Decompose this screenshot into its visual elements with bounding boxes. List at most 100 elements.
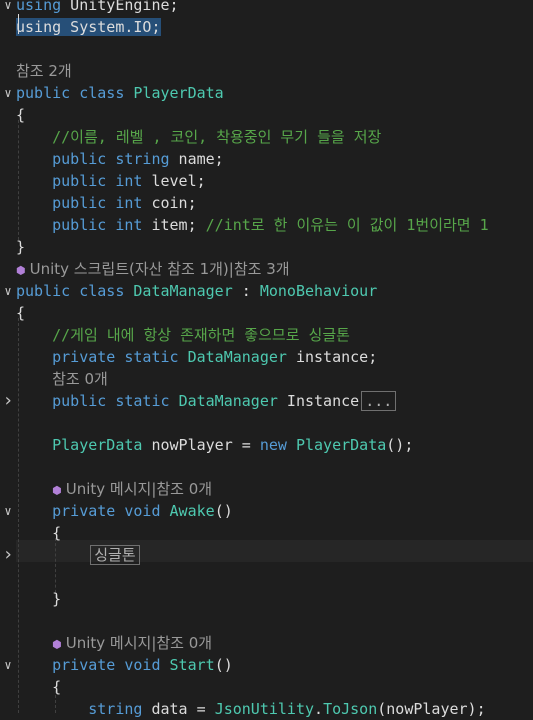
code-line[interactable]: ∨ private void Start() xyxy=(0,654,533,676)
code-token: () xyxy=(214,502,233,520)
code-line[interactable]: //이름, 레벨 , 코인, 착용중인 무기 들을 저장 xyxy=(0,126,533,148)
codelens-text[interactable]: Unity 스크립트(자산 참조 1개)|참조 3개 xyxy=(30,260,290,278)
code-line[interactable]: public int level; xyxy=(0,170,533,192)
gutter xyxy=(0,610,14,632)
code-line[interactable]: } xyxy=(0,236,533,258)
codelens-row[interactable]: 참조 2개 xyxy=(0,60,533,82)
line-content: PlayerData nowPlayer = new PlayerData(); xyxy=(16,434,413,456)
code-token: UnityEngine; xyxy=(61,0,179,14)
line-content: { xyxy=(16,522,61,544)
gutter xyxy=(0,38,14,60)
code-token: static xyxy=(124,348,179,366)
code-line[interactable] xyxy=(0,38,533,60)
codelens-text[interactable]: Unity 메시지|참조 0개 xyxy=(66,634,212,652)
gutter xyxy=(0,324,14,346)
code-line[interactable]: ∨ public class PlayerData xyxy=(0,82,533,104)
code-line[interactable] xyxy=(0,610,533,632)
codelens-text[interactable]: Unity 메시지|참조 0개 xyxy=(66,480,212,498)
codelens-row[interactable]: 참조 0개 xyxy=(0,368,533,390)
line-content: private void Start() xyxy=(16,654,233,676)
line-content: public string name; xyxy=(16,148,224,170)
code-token: using xyxy=(16,0,62,14)
code-token: DataManager xyxy=(178,392,278,410)
line-content: //게임 내에 항상 존재하면 좋으므로 싱글톤 xyxy=(16,324,350,346)
code-token: PlayerData xyxy=(16,436,143,454)
code-token: MonoBehaviour xyxy=(259,282,378,300)
codelens-text[interactable]: 참조 2개 xyxy=(16,62,72,80)
code-line[interactable]: ∨ public class DataManager : MonoBehaviou… xyxy=(0,280,533,302)
code-token: string xyxy=(88,700,143,718)
codelens-row[interactable]: ⬢ Unity 메시지|참조 0개 xyxy=(0,632,533,654)
code-token: { xyxy=(16,524,62,542)
code-token: { xyxy=(16,106,26,124)
unity-cube-icon: ⬢ xyxy=(16,264,26,277)
fold-expanded-icon[interactable]: ∨ xyxy=(2,654,14,676)
codelens-row[interactable]: ⬢ Unity 메시지|참조 0개 xyxy=(0,478,533,500)
line-content: string data = JsonUtility.ToJson(nowPlay… xyxy=(16,698,486,720)
gutter xyxy=(0,16,14,38)
code-line[interactable]: { xyxy=(0,676,533,698)
gutter xyxy=(0,170,14,192)
code-token: //이름, 레벨 , 코인, 착용중인 무기 들을 저장 xyxy=(16,128,382,146)
code-line[interactable]: public int item; //int로 한 이유는 이 값이 1번이라면… xyxy=(0,214,533,236)
code-line[interactable]: public string name; xyxy=(0,148,533,170)
line-content: ⬢ Unity 스크립트(자산 참조 1개)|참조 3개 xyxy=(16,258,290,282)
code-line[interactable] xyxy=(0,456,533,478)
gutter xyxy=(0,302,14,324)
code-token: class xyxy=(79,84,125,102)
codelens-text[interactable]: 참조 0개 xyxy=(52,370,108,388)
line-content: } xyxy=(16,588,61,610)
code-token: item; xyxy=(142,216,206,234)
line-content: public class DataManager : MonoBehaviour xyxy=(16,280,377,302)
code-line[interactable]: string data = JsonUtility.ToJson(nowPlay… xyxy=(0,698,533,720)
line-content: public int level; xyxy=(16,170,206,192)
code-token: JsonUtility xyxy=(214,700,315,718)
code-line[interactable]: ∨ using UnityEngine; xyxy=(0,0,533,16)
gutter: › xyxy=(0,544,14,566)
code-token: . xyxy=(314,700,324,718)
code-line[interactable]: ∨ private void Awake() xyxy=(0,500,533,522)
gutter xyxy=(0,676,14,698)
code-line[interactable]: { xyxy=(0,522,533,544)
code-line[interactable]: { xyxy=(0,302,533,324)
code-line[interactable] xyxy=(0,412,533,434)
code-token: { xyxy=(16,304,26,322)
collapsed-region[interactable]: 싱글톤 xyxy=(90,545,140,565)
codelens-row[interactable]: ⬢ Unity 스크립트(자산 참조 1개)|참조 3개 xyxy=(0,258,533,280)
fold-expanded-icon[interactable]: ∨ xyxy=(2,500,14,522)
code-token: void xyxy=(124,502,161,520)
code-line[interactable] xyxy=(0,566,533,588)
code-token: public xyxy=(16,216,107,234)
code-line[interactable]: private static DataManager instance; xyxy=(0,346,533,368)
code-token: data = xyxy=(142,700,215,718)
fold-expanded-icon[interactable]: ∨ xyxy=(2,280,14,302)
fold-expanded-icon[interactable]: ∨ xyxy=(2,82,14,104)
code-token: void xyxy=(124,656,161,674)
code-token: (); xyxy=(386,436,414,454)
code-line[interactable]: } xyxy=(0,588,533,610)
code-line[interactable]: PlayerData nowPlayer = new PlayerData(); xyxy=(0,434,533,456)
code-token: public xyxy=(16,392,107,410)
code-token: int xyxy=(115,216,143,234)
code-line[interactable]: › 싱글톤 xyxy=(0,544,533,566)
code-line[interactable]: public int coin; xyxy=(0,192,533,214)
code-line[interactable]: using System.IO; xyxy=(0,16,533,38)
code-line[interactable]: { xyxy=(0,104,533,126)
code-token: name; xyxy=(169,150,224,168)
collapsed-region[interactable]: ... xyxy=(361,391,397,411)
gutter xyxy=(0,478,14,500)
gutter xyxy=(0,346,14,368)
fold-expanded-icon[interactable]: ∨ xyxy=(2,0,14,16)
fold-collapsed-icon[interactable]: › xyxy=(2,390,14,412)
code-token: (nowPlayer); xyxy=(377,700,486,718)
fold-collapsed-icon[interactable]: › xyxy=(2,544,14,566)
code-token: nowPlayer = xyxy=(142,436,260,454)
code-line[interactable]: //게임 내에 항상 존재하면 좋으므로 싱글톤 xyxy=(0,324,533,346)
gutter xyxy=(0,588,14,610)
code-line[interactable]: › public static DataManager Instance... xyxy=(0,390,533,412)
code-editor[interactable]: ∨ using UnityEngine; using System.IO; 참조 2개… xyxy=(0,0,533,718)
